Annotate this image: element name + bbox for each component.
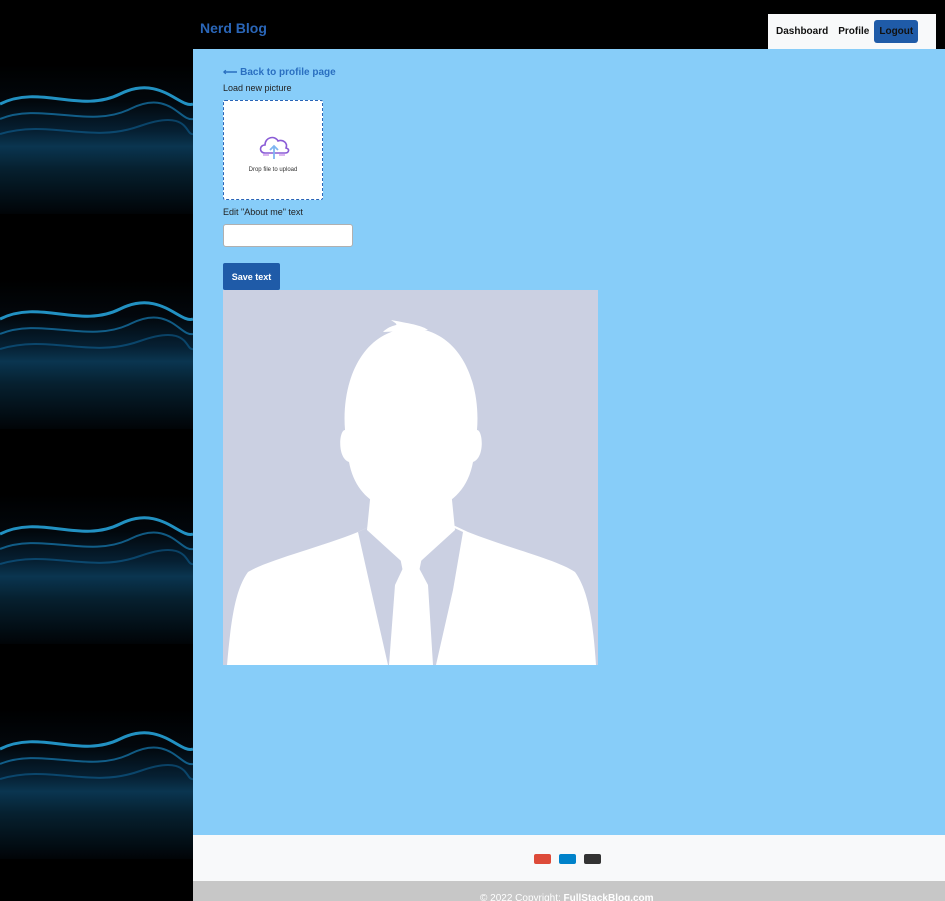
google-icon[interactable]: [534, 854, 551, 864]
nav-dashboard[interactable]: Dashboard: [776, 26, 828, 37]
copyright-site-link[interactable]: FullStackBlog.com: [564, 893, 654, 901]
save-text-button[interactable]: Save text: [223, 263, 280, 290]
nav-profile[interactable]: Profile: [838, 26, 869, 37]
main-content: ⟵ Back to profile page Load new picture …: [193, 49, 945, 835]
background-image: [0, 279, 193, 429]
background-image: [0, 709, 193, 859]
default-avatar-icon: [227, 320, 596, 665]
upload-label: Load new picture: [223, 83, 292, 93]
brand-logo[interactable]: Nerd Blog: [200, 20, 267, 36]
page: Nerd Blog Dashboard Profile Logout ⟵ Bac…: [0, 0, 945, 901]
file-dropzone[interactable]: Drop file to upload: [223, 100, 323, 200]
dropzone-text: Drop file to upload: [248, 167, 298, 173]
back-to-profile-link[interactable]: ⟵ Back to profile page: [223, 67, 336, 78]
about-me-input[interactable]: [223, 224, 353, 247]
copyright-text: © 2022 Copyright: FullStackBlog.com: [480, 893, 654, 901]
background-image: [0, 64, 193, 214]
profile-picture: [223, 290, 598, 665]
background-image: [0, 494, 193, 644]
about-me-label: Edit "About me" text: [223, 207, 303, 217]
logout-button[interactable]: Logout: [874, 20, 919, 43]
github-icon[interactable]: [584, 854, 601, 864]
twitter-icon[interactable]: [559, 854, 576, 864]
cloud-upload-icon: [257, 131, 291, 166]
navbar: Dashboard Profile Logout: [768, 14, 936, 49]
copyright-bar: © 2022 Copyright: FullStackBlog.com: [193, 881, 945, 901]
copyright-prefix: © 2022 Copyright:: [480, 893, 561, 901]
footer: [193, 835, 945, 881]
